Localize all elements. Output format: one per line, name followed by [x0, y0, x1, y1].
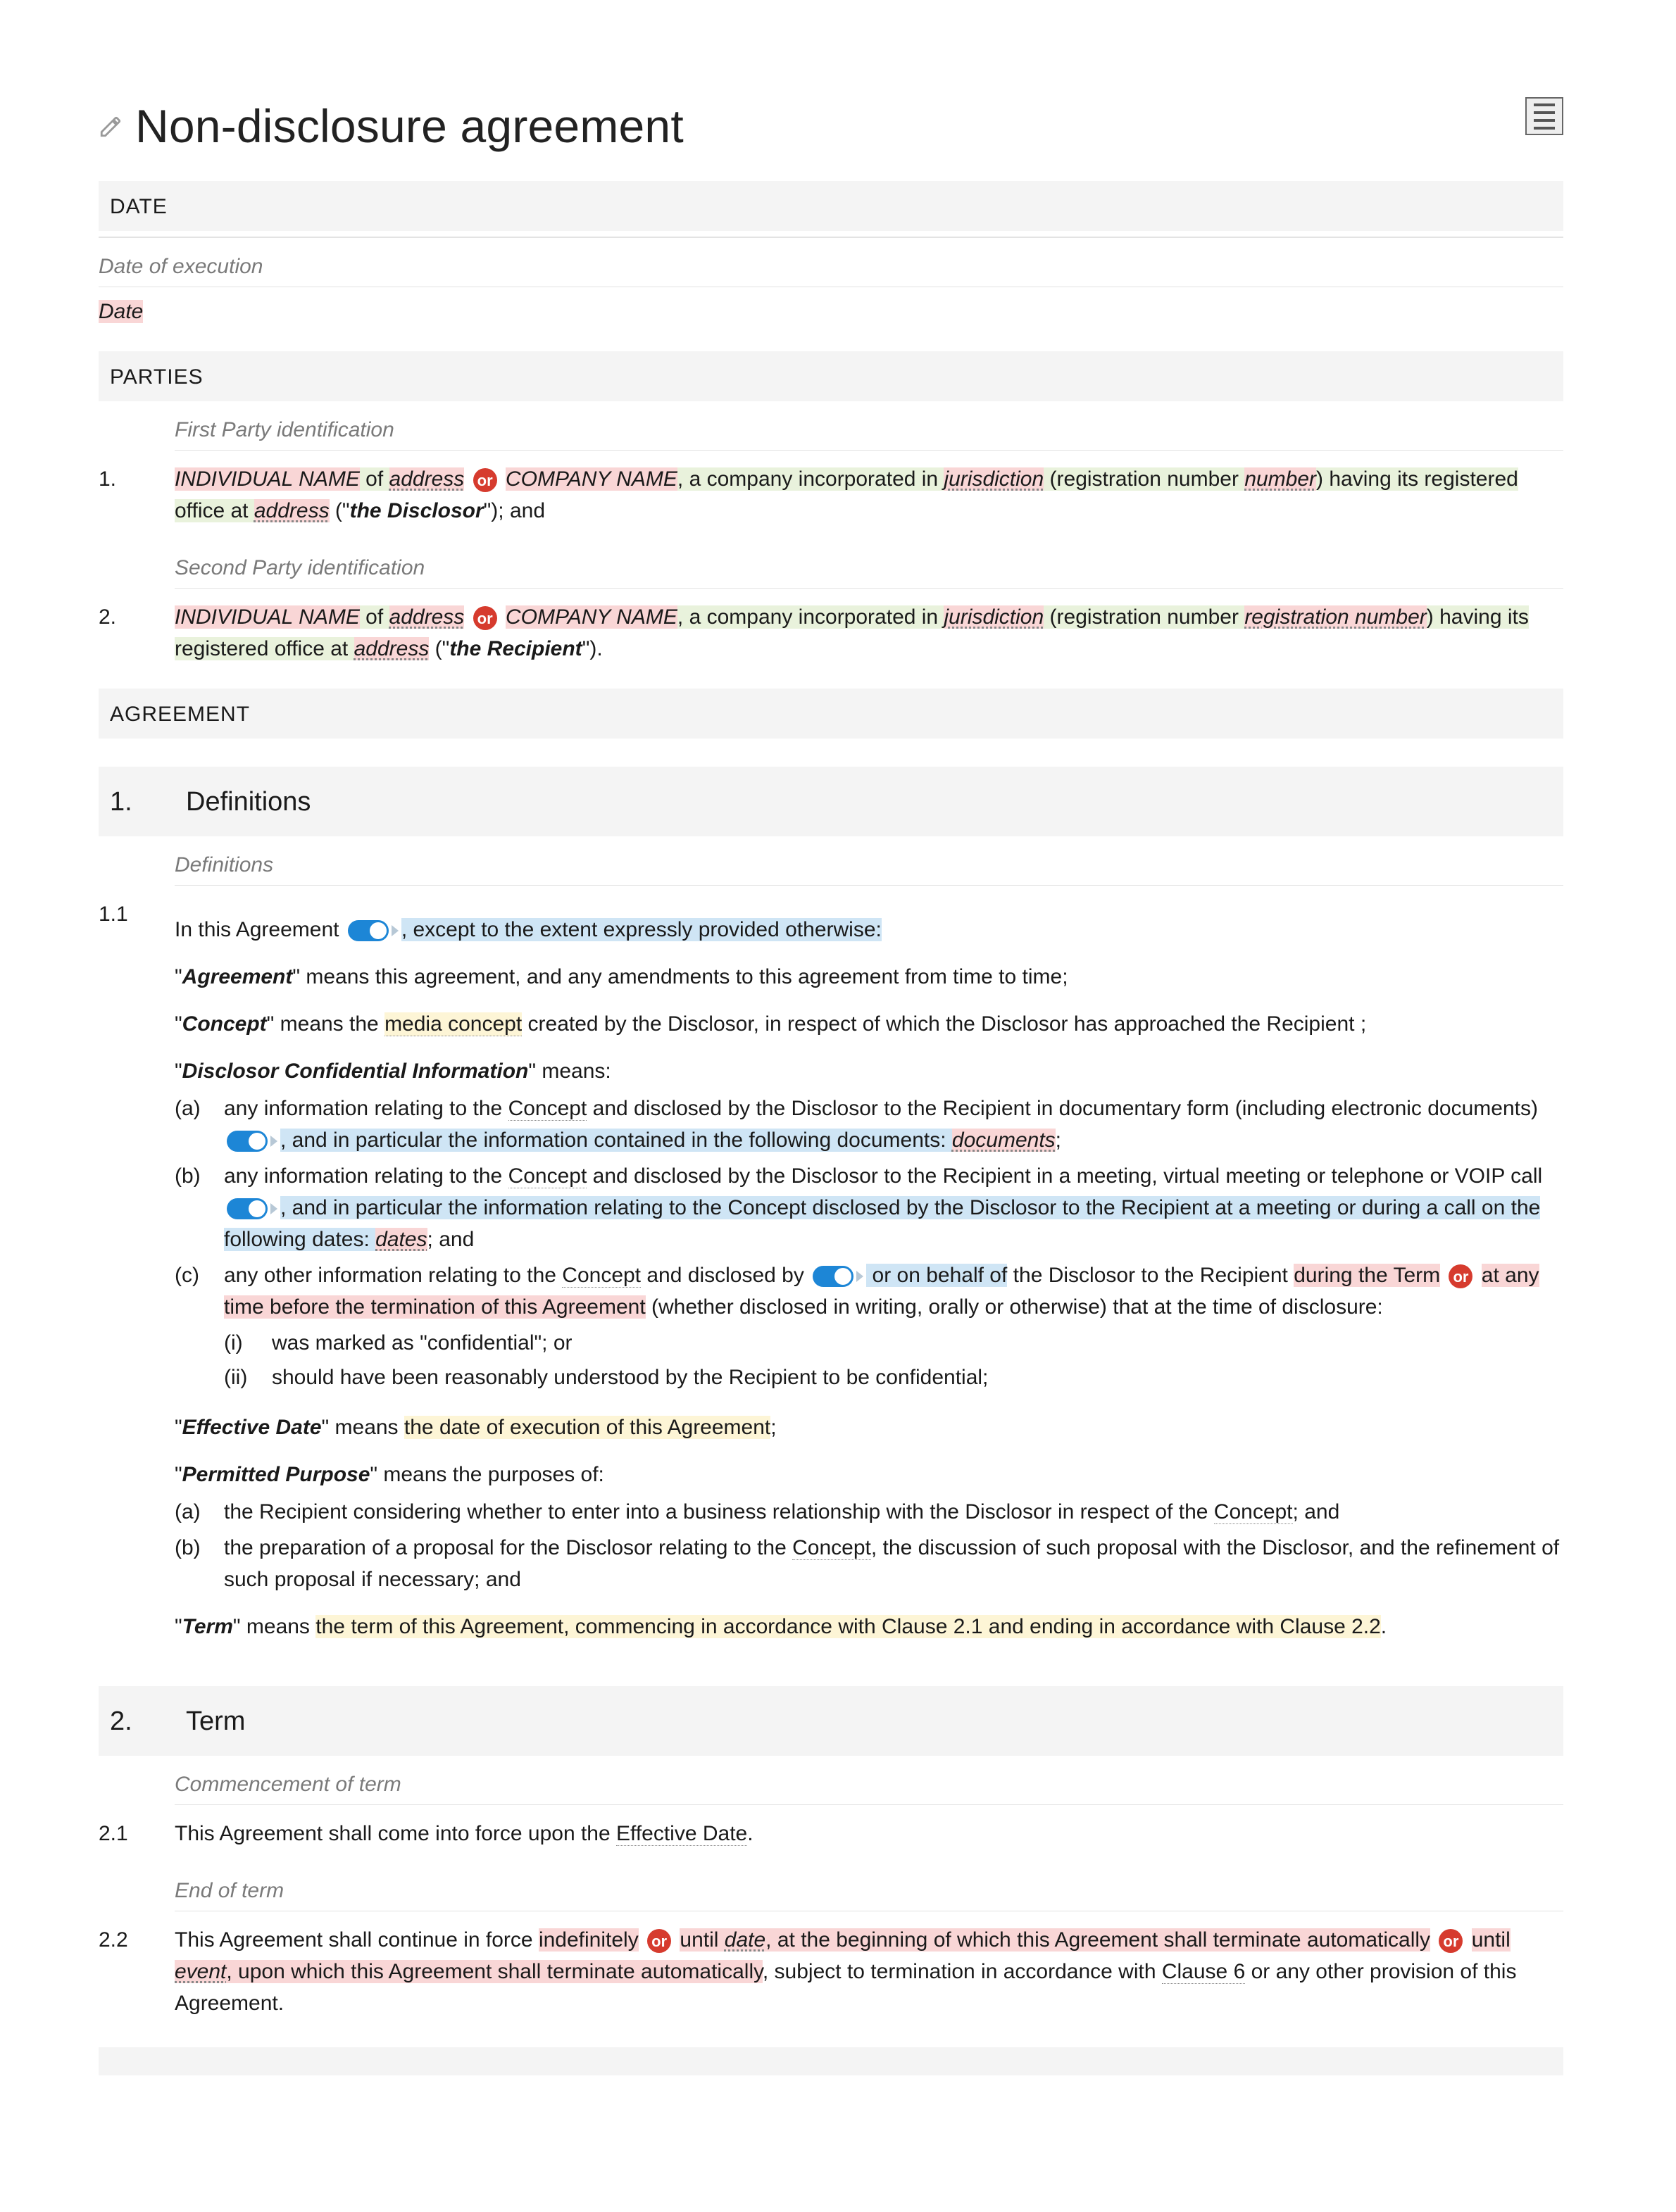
term-desc-1: Commencement of term	[175, 1756, 1563, 1805]
section-header-agreement: AGREEMENT	[99, 689, 1563, 739]
section-header-parties: PARTIES	[99, 351, 1563, 401]
party2-desc: Second Party identification	[175, 539, 1563, 589]
toggle-include[interactable]	[813, 1266, 863, 1287]
title-row: Non-disclosure agreement	[99, 92, 1563, 161]
party-2: 2. INDIVIDUAL NAME of address or COMPANY…	[99, 601, 1563, 665]
term-desc-2: End of term	[175, 1862, 1563, 1911]
toggle-include[interactable]	[227, 1131, 277, 1152]
document-page: Non-disclosure agreement DATE Date of ex…	[0, 0, 1676, 2202]
next-section-placeholder	[99, 2047, 1563, 2075]
party-2-number: 2.	[99, 601, 155, 665]
section-header-date: DATE	[99, 181, 1563, 231]
article-2-header: 2. Term	[99, 1686, 1563, 1756]
party-1: 1. INDIVIDUAL NAME of address or COMPANY…	[99, 463, 1563, 527]
toggle-include[interactable]	[348, 920, 399, 941]
or-pill[interactable]: or	[1439, 1929, 1463, 1953]
party-1-number: 1.	[99, 463, 155, 527]
article-1-header: 1. Definitions	[99, 767, 1563, 836]
clause-1-1: 1.1 In this Agreement , except to the ex…	[99, 898, 1563, 1658]
edit-icon[interactable]	[99, 115, 123, 139]
permitted-purpose-list: (a)the Recipient considering whether to …	[175, 1496, 1563, 1595]
or-pill[interactable]: or	[647, 1929, 671, 1953]
or-pill[interactable]: or	[473, 468, 497, 492]
date-value[interactable]: Date	[99, 296, 1563, 327]
clause-2-2: 2.2 This Agreement shall continue in for…	[99, 1924, 1563, 2019]
or-pill[interactable]: or	[473, 606, 497, 630]
date-desc: Date of execution	[99, 238, 1563, 287]
toggle-include[interactable]	[227, 1198, 277, 1219]
or-pill[interactable]: or	[1449, 1264, 1472, 1288]
party1-desc: First Party identification	[175, 401, 1563, 451]
toc-button[interactable]	[1525, 97, 1563, 135]
clause-2-1: 2.1 This Agreement shall come into force…	[99, 1818, 1563, 1849]
definitions-desc: Definitions	[175, 836, 1563, 886]
dci-list: (a) any information relating to the Conc…	[175, 1093, 1563, 1396]
document-title: Non-disclosure agreement	[135, 92, 684, 161]
